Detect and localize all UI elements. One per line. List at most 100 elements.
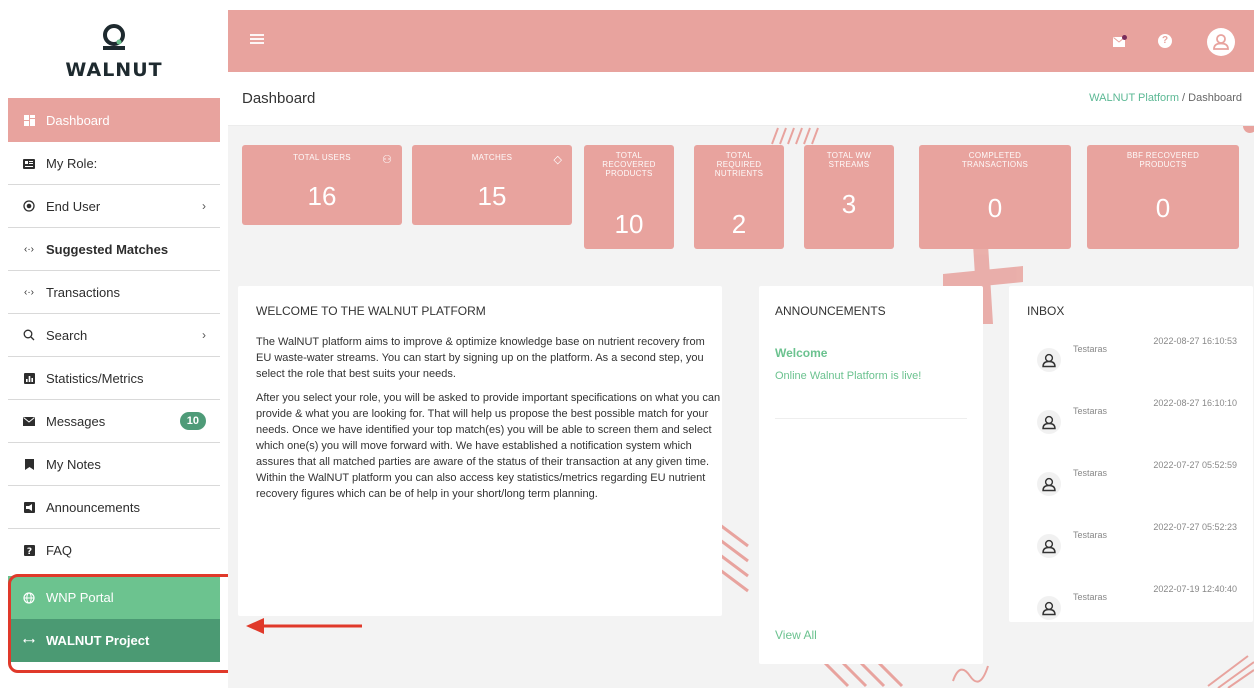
app-root: WALNUT Dashboard My Role: End User › ‹·›… [0,0,1254,688]
sidebar-item-wnp-portal[interactable]: WNP Portal [8,576,220,619]
stat-card-total-recovered-products[interactable]: TOTAL RECOVERED PRODUCTS 10 [584,145,674,249]
sidebar-item-label: Announcements [46,499,140,515]
avatar [1037,410,1061,434]
stat-label: TOTAL USERS [293,153,351,162]
sidebar-item-label: WALNUT Project [46,633,150,648]
sidebar-item-label: Dashboard [46,112,110,128]
mail-icon [20,416,38,426]
sidebar-item-label: My Notes [46,456,101,472]
breadcrumb: WALNUT Platform / Dashboard [1089,92,1242,104]
inbox-message[interactable]: Testaras 2022-07-27 05:52:59 [1027,460,1237,504]
menu-icon[interactable] [250,34,264,44]
page-title: Dashboard [242,90,316,107]
welcome-card: WELCOME TO THE WALNUT PLATFORM The WalNU… [238,286,722,616]
logo-text: WALNUT [65,59,163,81]
sidebar-item-my-notes[interactable]: My Notes [8,443,220,486]
stat-value: 3 [841,189,857,219]
stat-card-total-users[interactable]: TOTAL USERS ⚇ 16 [242,145,402,225]
avatar [1037,534,1061,558]
top-bar: ? [228,10,1254,72]
message-date: 2022-07-19 12:40:40 [1153,584,1237,594]
link-icon: ⟷ [23,636,35,645]
sidebar-item-transactions[interactable]: ‹·› Transactions [8,271,220,314]
message-date: 2022-08-27 16:10:53 [1153,336,1237,346]
sidebar-item-dashboard[interactable]: Dashboard [8,98,220,142]
inbox-message[interactable]: Testaras 2022-08-27 16:10:10 [1027,398,1237,442]
sidebar-item-label: Suggested Matches [46,241,169,257]
user-avatar-icon[interactable] [1207,28,1235,56]
welcome-paragraph: After you select your role, you will be … [256,392,721,500]
sidebar-item-label: Search [46,327,88,343]
announcement-text[interactable]: Online Walnut Platform is live! [775,370,921,382]
decorative-stripes [1207,655,1254,688]
sidebar-item-statistics[interactable]: Statistics/Metrics [8,357,220,400]
message-date: 2022-07-27 05:52:23 [1153,522,1237,532]
inbox-message[interactable]: Testaras 2022-07-19 12:40:40 [1027,584,1237,628]
message-sender: Testaras [1073,344,1108,354]
welcome-paragraph: The WalNUT platform aims to improve & op… [256,336,705,380]
view-all-link[interactable]: View All [775,628,817,642]
stat-label: BBF RECOVERED PRODUCTS [1126,151,1200,169]
stat-card-bbf-recovered-products[interactable]: BBF RECOVERED PRODUCTS 0 [1087,145,1239,249]
page-header: Dashboard WALNUT Platform / Dashboard [228,72,1254,126]
announcements-title: ANNOUNCEMENTS [775,304,886,318]
sidebar: WALNUT Dashboard My Role: End User › ‹·›… [0,0,239,688]
sidebar-item-search[interactable]: Search › [8,314,220,357]
sidebar-item-label: Statistics/Metrics [46,370,144,386]
sidebar-item-end-user[interactable]: End User › [8,185,220,228]
bookmark-icon [20,458,38,470]
globe-icon [20,591,38,604]
chevron-right-icon: › [202,199,206,213]
annotation-arrow-icon [246,618,362,634]
stat-label: MATCHES [471,153,513,162]
message-sender: Testaras [1073,406,1108,416]
chevron-right-icon: › [202,328,206,342]
inbox-card: INBOX Testaras 2022-08-27 16:10:53 Testa… [1009,286,1253,622]
question-icon: ? [20,545,38,556]
breadcrumb-separator: / [1179,92,1189,104]
message-date: 2022-07-27 05:52:59 [1153,460,1237,470]
sidebar-item-messages[interactable]: Messages 10 [8,400,220,443]
message-date: 2022-08-27 16:10:10 [1153,398,1237,408]
sidebar-item-suggested-matches[interactable]: ‹·› Suggested Matches [8,228,220,271]
messages-count-badge: 10 [179,412,206,430]
breadcrumb-link[interactable]: WALNUT Platform [1089,92,1179,104]
help-icon[interactable]: ? [1158,34,1172,48]
logo[interactable]: WALNUT [0,10,228,90]
svg-text:?: ? [26,547,31,556]
sidebar-item-label: Transactions [46,284,120,300]
dashboard-content: TOTAL USERS ⚇ 16 MATCHES ◇ 15 TOTAL RECO… [228,126,1254,688]
sidebar-nav: Dashboard My Role: End User › ‹·› Sugges… [8,98,220,662]
divider [775,418,967,419]
radio-icon [20,200,38,212]
stat-card-matches[interactable]: MATCHES ◇ 15 [412,145,572,225]
stat-value: 15 [477,181,507,211]
stat-label: TOTAL WW STREAMS [826,151,872,169]
avatar [1037,348,1061,372]
sidebar-item-walnut-project[interactable]: ⟷ WALNUT Project [8,619,220,662]
breadcrumb-current: Dashboard [1188,92,1242,104]
stat-card-total-required-nutrients[interactable]: TOTAL REQUIRED NUTRIENTS 2 [694,145,784,249]
inbox-message[interactable]: Testaras 2022-08-27 16:10:53 [1027,336,1237,380]
stat-value: 10 [614,209,644,239]
chart-icon [20,372,38,384]
stat-label: TOTAL REQUIRED NUTRIENTS [714,151,764,178]
sidebar-item-announcements[interactable]: Announcements [8,486,220,529]
message-sender: Testaras [1073,530,1108,540]
sidebar-item-my-role[interactable]: My Role: [8,142,220,185]
stat-value: 0 [987,193,1003,223]
arrows-icon: ‹·› [24,286,34,298]
stat-card-completed-transactions[interactable]: COMPLETED TRANSACTIONS 0 [919,145,1071,249]
users-icon: ⚇ [382,154,392,166]
stat-card-total-ww-streams[interactable]: TOTAL WW STREAMS 3 [804,145,894,249]
avatar [1037,472,1061,496]
sidebar-item-faq[interactable]: ? FAQ [8,529,220,572]
announcement-title[interactable]: Welcome [775,346,827,360]
stat-value: 2 [731,209,747,239]
inbox-message[interactable]: Testaras 2022-07-27 05:52:23 [1027,522,1237,566]
sidebar-item-label: Messages [46,413,106,429]
dashboard-icon [20,114,38,126]
decorative-dot [1243,126,1254,133]
inbox-title: INBOX [1027,304,1065,318]
mail-notification-icon[interactable] [1113,35,1127,47]
